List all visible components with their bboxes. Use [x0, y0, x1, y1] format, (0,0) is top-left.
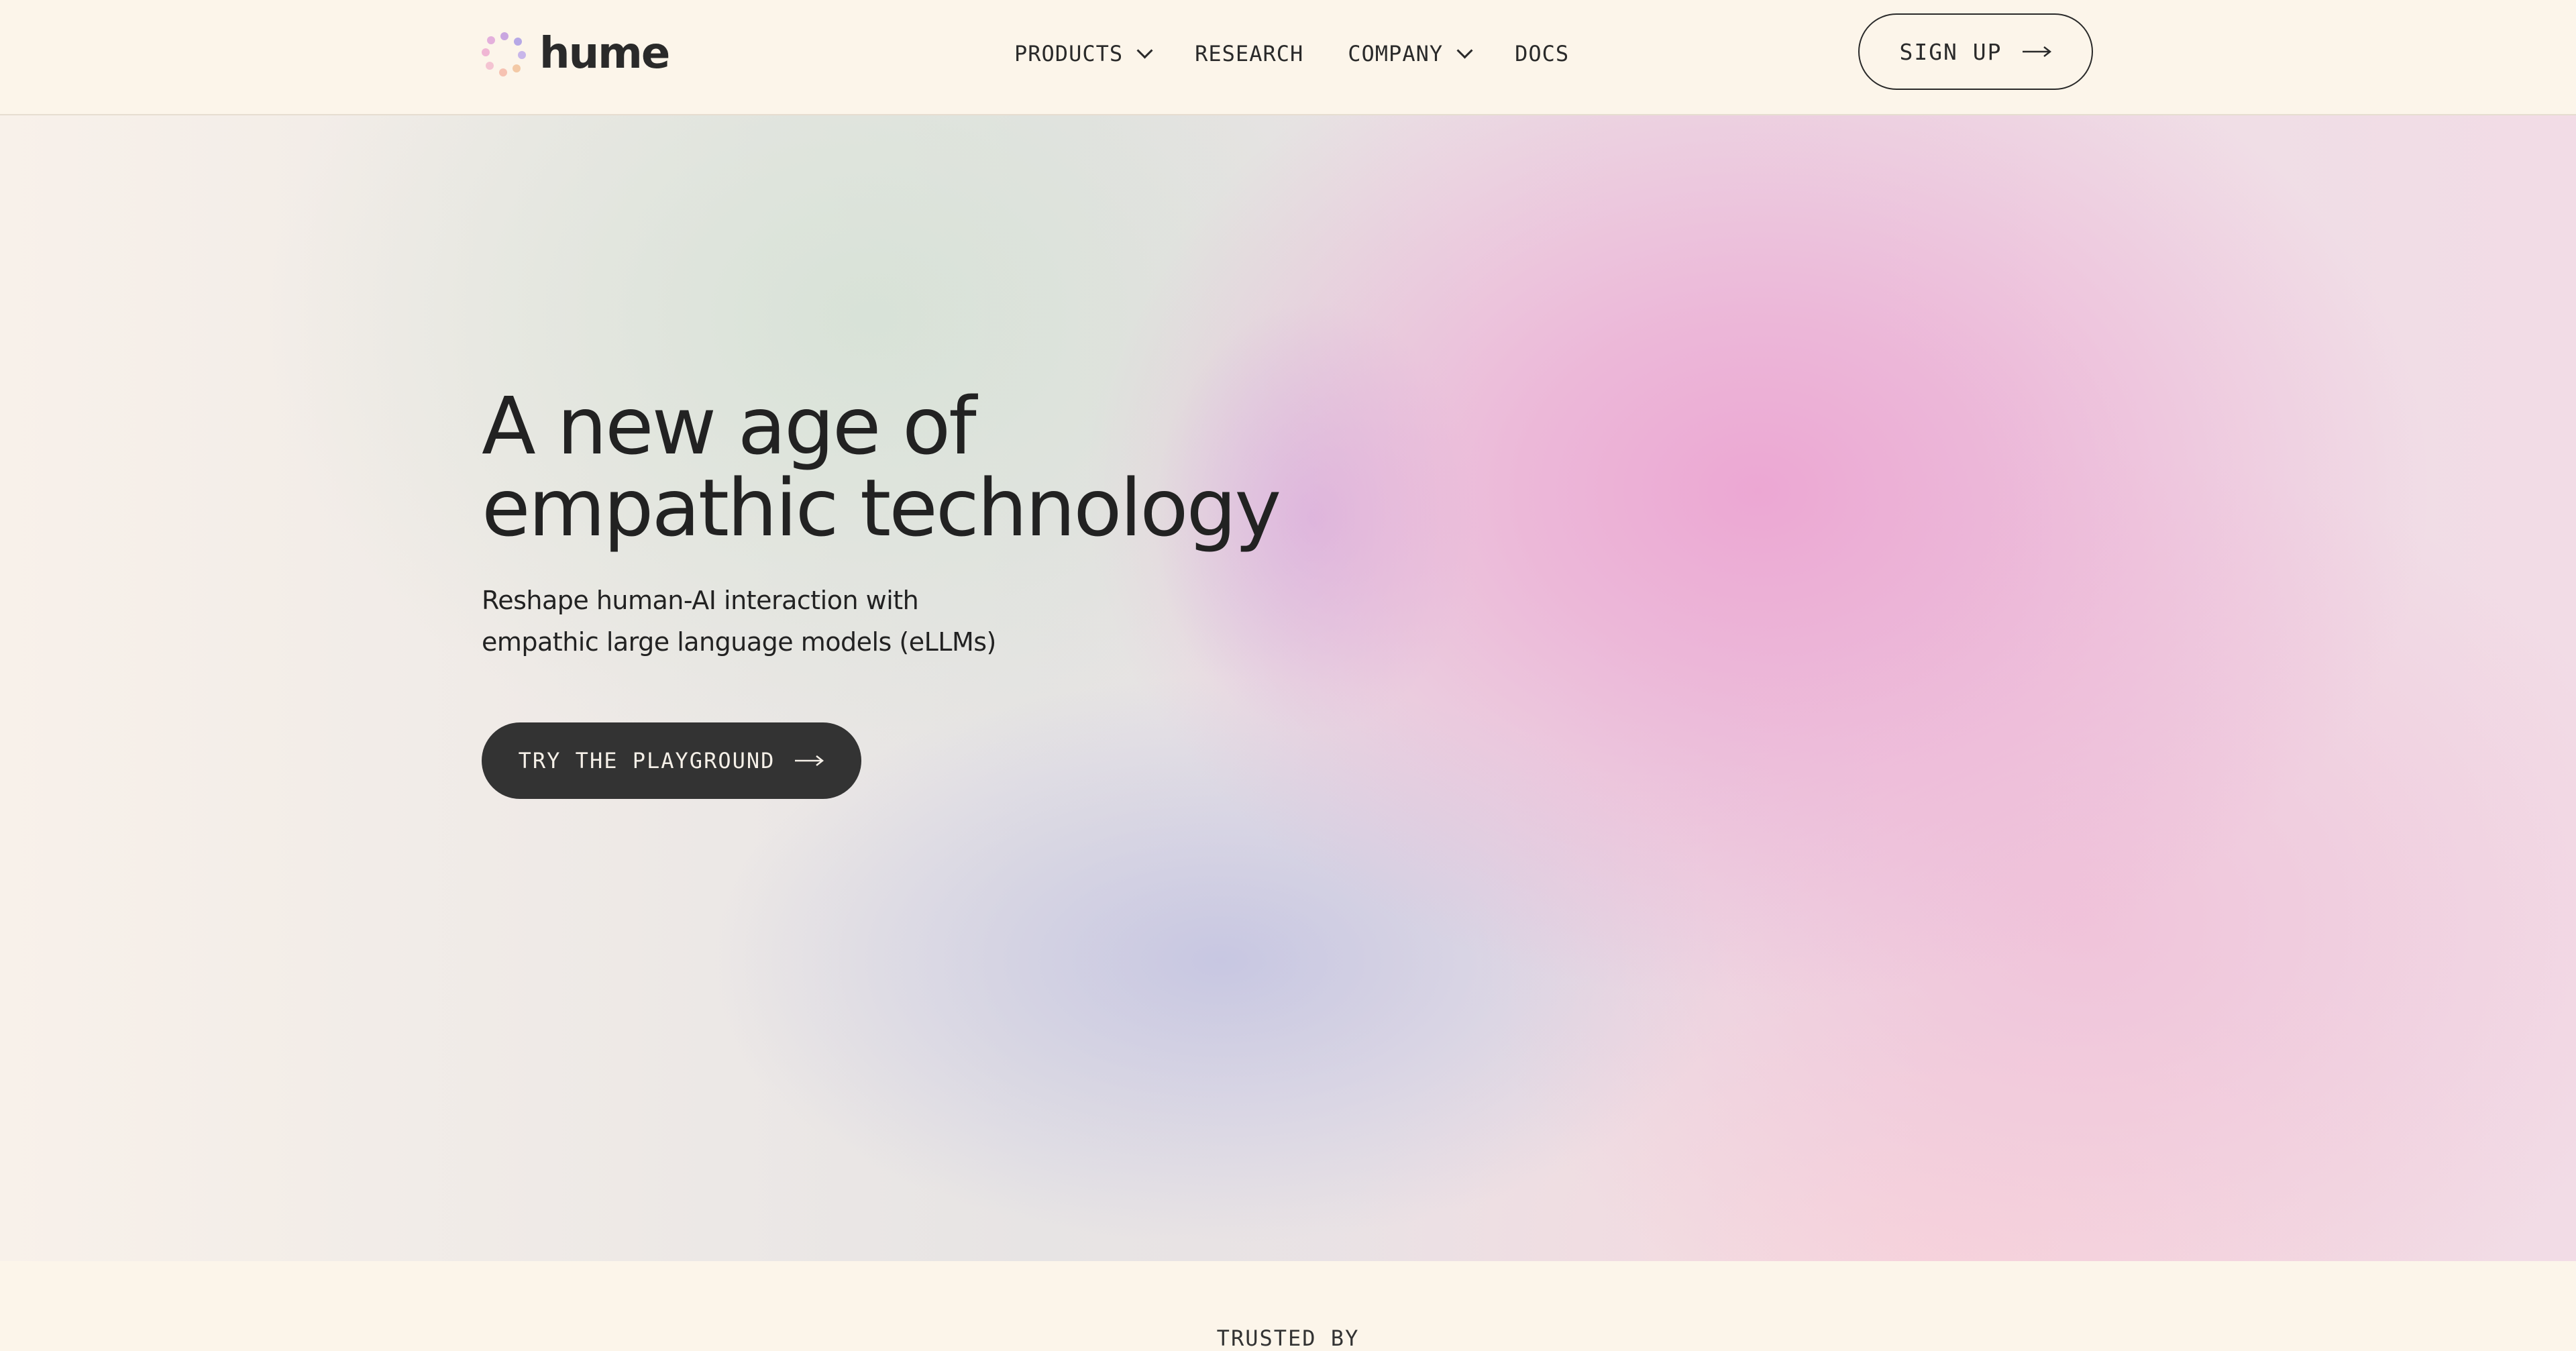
arrow-right-icon [2022, 45, 2052, 58]
hero-subtitle: Reshape human-AI interaction with empath… [482, 586, 996, 657]
hero-title: A new age of empathic technology [482, 380, 1281, 554]
chevron-down-icon [1456, 42, 1473, 59]
main-nav: PRODUCTS RESEARCH COMPANY DOCS [1014, 0, 1613, 107]
logo-text: hume [539, 29, 670, 78]
try-playground-button[interactable]: TRY THE PLAYGROUND [482, 722, 861, 799]
hero-section: A new age of empathic technology Reshape… [0, 115, 2576, 1261]
trusted-by-section: TRUSTED BY [0, 1261, 2576, 1351]
nav-docs[interactable]: DOCS [1515, 41, 1569, 66]
arrow-right-icon [795, 754, 824, 767]
nav-research-label: RESEARCH [1195, 41, 1304, 66]
chevron-down-icon [1136, 42, 1153, 59]
sign-up-label: SIGN UP [1899, 38, 2002, 65]
nav-company-label: COMPANY [1348, 41, 1444, 66]
nav-docs-label: DOCS [1515, 41, 1570, 66]
logo[interactable]: hume [482, 27, 670, 80]
trusted-by-label: TRUSTED BY [1216, 1326, 1360, 1351]
nav-products-label: PRODUCTS [1014, 41, 1124, 66]
nav-company[interactable]: COMPANY [1348, 41, 1473, 66]
hume-dots-logo-icon [482, 31, 527, 76]
nav-products[interactable]: PRODUCTS [1014, 41, 1153, 66]
sign-up-button[interactable]: SIGN UP [1858, 13, 2093, 90]
site-header: hume PRODUCTS RESEARCH COMPANY DOCS SIGN… [0, 0, 2576, 115]
try-playground-label: TRY THE PLAYGROUND [518, 748, 775, 773]
nav-research[interactable]: RESEARCH [1195, 41, 1303, 66]
